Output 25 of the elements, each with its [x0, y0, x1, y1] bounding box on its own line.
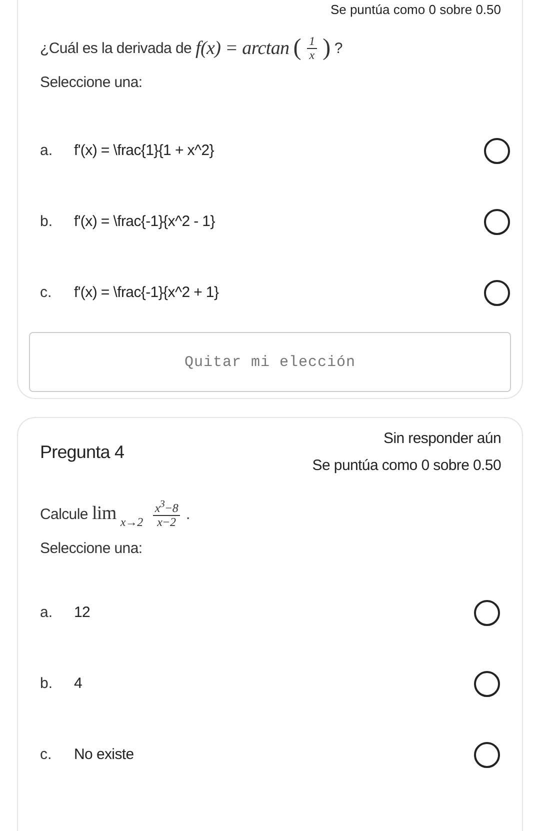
radio-button[interactable] [474, 742, 500, 768]
grade-text: Se puntúa como 0 sobre 0.50 [329, 1, 502, 17]
grade-text: Se puntúa como 0 sobre 0.50 [312, 457, 501, 474]
option-letter: a. [40, 142, 54, 159]
option-letter: b. [40, 675, 54, 692]
option-text: 4 [74, 675, 84, 692]
option-text: No existe [74, 746, 135, 764]
radio-button[interactable] [474, 600, 500, 626]
option-letter: c. [40, 284, 53, 301]
clear-choice-button[interactable]: Quitar mi elección [29, 332, 511, 392]
option-letter: c. [40, 746, 53, 764]
radio-button[interactable] [484, 138, 510, 164]
question-title: Pregunta 4 [40, 442, 124, 462]
radio-button[interactable] [474, 670, 500, 697]
status-text: Sin responder aún [384, 430, 501, 447]
option-letter: a. [40, 604, 54, 622]
radio-button[interactable] [484, 208, 510, 234]
option-text: f'(x) = \frac{-1}{x^2 + 1} [74, 284, 220, 301]
option-text: f'(x) = \frac{-1}{x^2 - 1} [74, 213, 216, 230]
instruction-text: Seleccione una: [40, 74, 144, 91]
instruction-text: Seleccione una: [40, 540, 144, 558]
option-letter: b. [40, 213, 54, 230]
option-text: 12 [74, 604, 92, 622]
option-text: f'(x) = \frac{1}{1 + x^2} [74, 142, 215, 159]
radio-button[interactable] [484, 280, 510, 306]
